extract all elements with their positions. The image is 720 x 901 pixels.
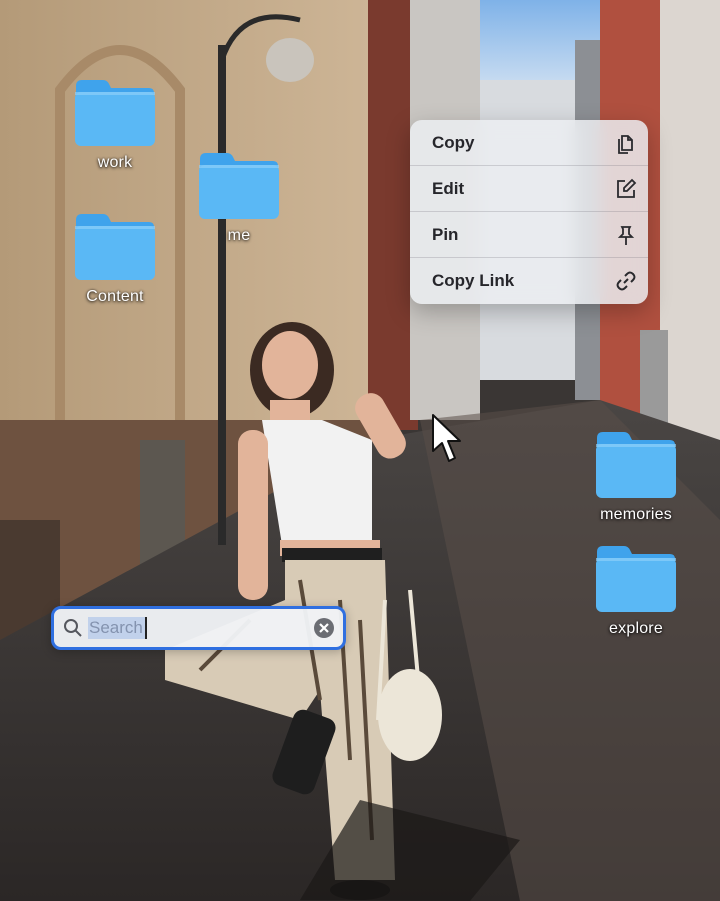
menu-item-label: Copy Link — [432, 271, 515, 290]
copy-icon — [614, 131, 638, 155]
edit-icon — [614, 177, 638, 201]
pin-icon — [614, 223, 638, 247]
search-input[interactable] — [89, 618, 313, 638]
folder-explore[interactable]: explore — [576, 544, 696, 638]
menu-item-copy-link[interactable]: Copy Link — [410, 258, 648, 304]
folder-label: me — [227, 227, 251, 244]
folder-icon — [594, 430, 678, 498]
folder-label: memories — [600, 506, 672, 523]
search-bar[interactable] — [51, 606, 346, 650]
folder-icon — [197, 151, 281, 219]
menu-item-copy[interactable]: Copy — [410, 120, 648, 166]
folder-me[interactable]: me — [179, 151, 299, 245]
folder-label: explore — [609, 620, 663, 637]
menu-item-edit[interactable]: Edit — [410, 166, 648, 212]
link-icon — [614, 269, 638, 293]
folder-label: Content — [86, 288, 144, 305]
mouse-cursor-icon — [431, 413, 463, 467]
folder-icon — [594, 544, 678, 612]
folder-label: work — [97, 154, 133, 171]
menu-item-label: Pin — [432, 224, 459, 244]
folder-work[interactable]: work — [55, 78, 175, 172]
context-menu: Copy Edit Pin Copy Link — [410, 120, 648, 304]
folder-icon — [73, 78, 157, 146]
menu-item-pin[interactable]: Pin — [410, 212, 648, 258]
menu-item-label: Edit — [432, 178, 465, 198]
text-caret — [145, 617, 147, 639]
folder-memories[interactable]: memories — [576, 430, 696, 524]
clear-search-icon[interactable] — [313, 617, 335, 639]
folder-content[interactable]: Content — [55, 212, 175, 306]
menu-item-label: Copy — [432, 132, 475, 152]
folder-icon — [73, 212, 157, 280]
search-icon — [63, 618, 83, 638]
